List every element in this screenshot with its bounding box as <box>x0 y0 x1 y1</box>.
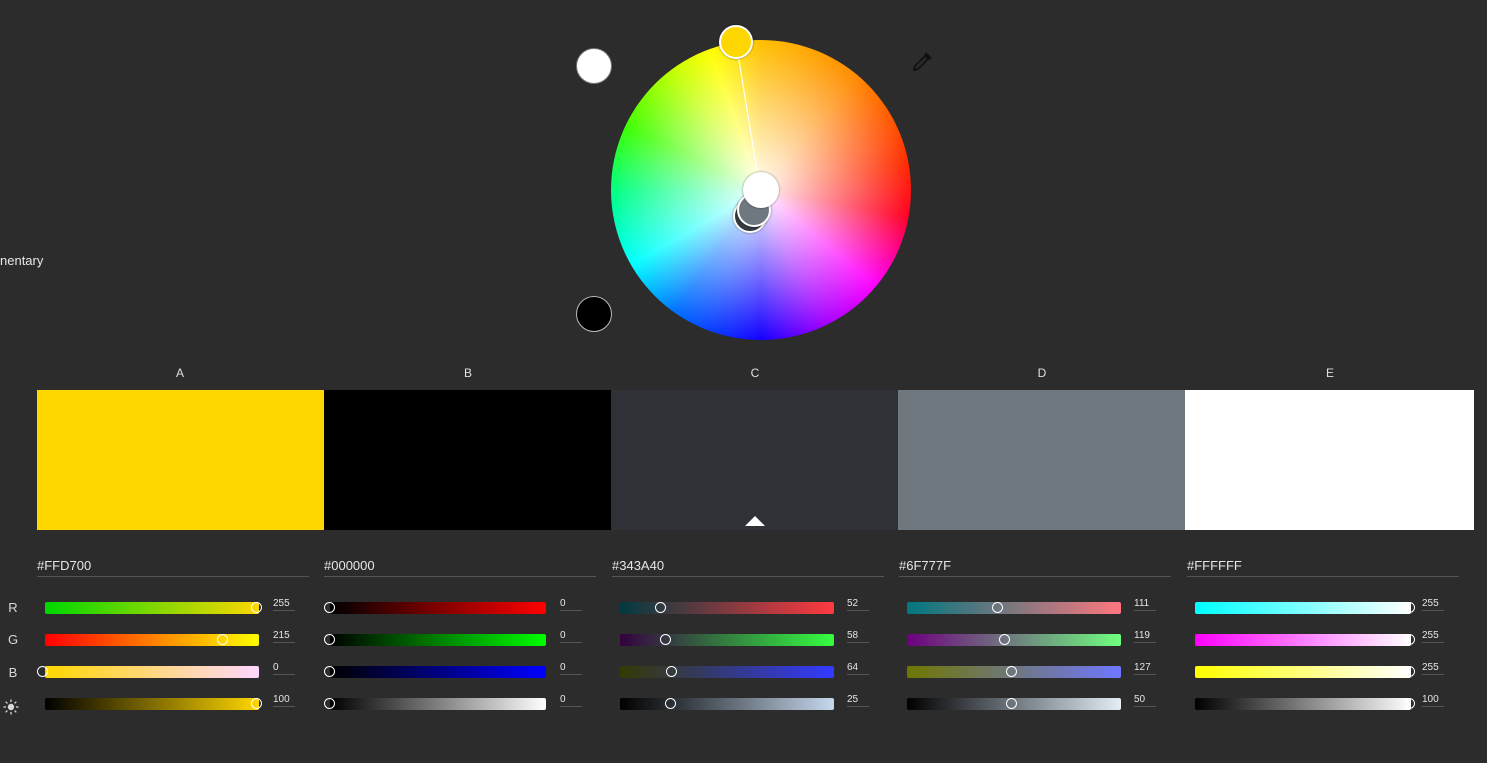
swatch-letter-d: D <box>1037 366 1047 380</box>
value-d-b[interactable]: 127 <box>1134 662 1156 675</box>
swatch-b[interactable] <box>324 390 611 530</box>
value-b-b[interactable]: 0 <box>560 662 582 675</box>
slider-e-g[interactable] <box>1195 634 1411 646</box>
slider-d-b-knob[interactable] <box>1006 666 1017 677</box>
hex-field-a[interactable]: #FFD700 <box>37 558 309 577</box>
slider-b-b[interactable] <box>330 666 546 678</box>
value-a-b[interactable]: 0 <box>273 662 295 675</box>
slider-a-b[interactable] <box>45 666 259 678</box>
slider-a-r[interactable] <box>45 602 259 614</box>
value-c-b[interactable]: 64 <box>847 662 869 675</box>
value-a-r[interactable]: 255 <box>273 598 295 611</box>
slider-b-r[interactable] <box>330 602 546 614</box>
slider-b-r-knob[interactable] <box>324 602 335 613</box>
slider-d-g-knob[interactable] <box>999 634 1010 645</box>
slider-b-brightness[interactable] <box>330 698 546 710</box>
slider-c-r-knob[interactable] <box>655 602 666 613</box>
slider-c-brightness[interactable] <box>620 698 834 710</box>
value-b-r[interactable]: 0 <box>560 598 582 611</box>
value-b-g[interactable]: 0 <box>560 630 582 643</box>
row-label-green: G <box>7 632 19 647</box>
value-b-brightness[interactable]: 0 <box>560 694 582 707</box>
swatch-e[interactable] <box>1185 390 1474 530</box>
swatch-letter-c: C <box>750 366 760 380</box>
slider-d-g[interactable] <box>907 634 1121 646</box>
value-e-r[interactable]: 255 <box>1422 598 1444 611</box>
slider-d-r-knob[interactable] <box>992 602 1003 613</box>
slider-a-b-knob[interactable] <box>37 666 48 677</box>
swatch-a[interactable] <box>37 390 324 530</box>
value-c-brightness[interactable]: 25 <box>847 694 869 707</box>
value-e-brightness[interactable]: 100 <box>1422 694 1444 707</box>
slider-a-brightness[interactable] <box>45 698 259 710</box>
slider-a-r-knob[interactable] <box>251 602 262 613</box>
row-label-red: R <box>8 600 18 615</box>
swatch-letter-e: E <box>1325 366 1334 380</box>
slider-a-g-knob[interactable] <box>217 634 228 645</box>
row-label-blue: B <box>8 665 18 680</box>
slider-e-brightness[interactable] <box>1195 698 1411 710</box>
eyedropper-icon[interactable] <box>910 48 936 74</box>
slider-e-g-knob[interactable] <box>1404 634 1415 645</box>
slider-e-b[interactable] <box>1195 666 1411 678</box>
wheel-handle-e[interactable] <box>743 172 779 208</box>
slider-e-b-knob[interactable] <box>1404 666 1415 677</box>
hex-field-b[interactable]: #000000 <box>324 558 596 577</box>
slider-e-r[interactable] <box>1195 602 1411 614</box>
slider-c-brightness-knob[interactable] <box>665 698 676 709</box>
dark-reference-dot[interactable] <box>576 296 612 332</box>
value-c-g[interactable]: 58 <box>847 630 869 643</box>
value-d-g[interactable]: 119 <box>1134 630 1156 643</box>
swatch-letter-a: A <box>175 366 184 380</box>
swatch-c[interactable] <box>611 390 898 530</box>
slider-d-r[interactable] <box>907 602 1121 614</box>
hex-field-e[interactable]: #FFFFFF <box>1187 558 1459 577</box>
wheel-handle-a[interactable] <box>719 25 753 59</box>
value-d-r[interactable]: 111 <box>1134 598 1156 611</box>
slider-e-r-knob[interactable] <box>1404 602 1415 613</box>
light-reference-dot[interactable] <box>576 48 612 84</box>
hex-field-c[interactable]: #343A40 <box>612 558 884 577</box>
hex-field-d[interactable]: #6F777F <box>899 558 1171 577</box>
slider-c-g-knob[interactable] <box>660 634 671 645</box>
slider-e-brightness-knob[interactable] <box>1404 698 1415 709</box>
slider-c-b-knob[interactable] <box>666 666 677 677</box>
brightness-icon <box>3 699 19 715</box>
slider-c-g[interactable] <box>620 634 834 646</box>
value-e-b[interactable]: 255 <box>1422 662 1444 675</box>
slider-a-brightness-knob[interactable] <box>251 698 262 709</box>
value-d-brightness[interactable]: 50 <box>1134 694 1156 707</box>
slider-d-brightness-knob[interactable] <box>1006 698 1017 709</box>
value-e-g[interactable]: 255 <box>1422 630 1444 643</box>
slider-b-g[interactable] <box>330 634 546 646</box>
harmony-rule-label[interactable]: nentary <box>0 253 43 268</box>
value-c-r[interactable]: 52 <box>847 598 869 611</box>
slider-b-b-knob[interactable] <box>324 666 335 677</box>
slider-c-r[interactable] <box>620 602 834 614</box>
slider-b-brightness-knob[interactable] <box>324 698 335 709</box>
swatch-letter-b: B <box>463 366 472 380</box>
active-swatch-indicator <box>745 516 765 526</box>
slider-b-g-knob[interactable] <box>324 634 335 645</box>
slider-c-b[interactable] <box>620 666 834 678</box>
value-a-brightness[interactable]: 100 <box>273 694 295 707</box>
value-a-g[interactable]: 215 <box>273 630 295 643</box>
swatch-d[interactable] <box>898 390 1185 530</box>
